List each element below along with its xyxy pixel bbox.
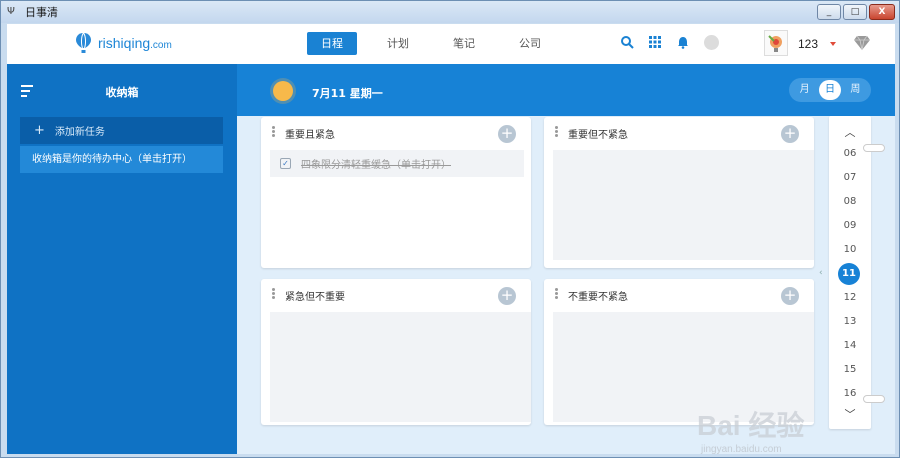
hour-item[interactable]: 07 <box>829 172 871 183</box>
checkbox-checked-icon[interactable]: ✓ <box>280 158 291 169</box>
hour-item[interactable]: 12 <box>829 292 871 303</box>
brand-name: rishiqing.com <box>98 35 172 51</box>
quadrant-title: 重要但不紧急 <box>568 130 628 141</box>
view-toggle: 月 日 周 <box>789 78 871 102</box>
chevron-left-icon[interactable]: ‹ <box>819 268 823 278</box>
sun-weather-icon <box>273 81 293 101</box>
search-icon[interactable] <box>619 34 635 50</box>
avatar[interactable] <box>764 30 788 56</box>
plus-icon: + <box>34 123 45 138</box>
current-date[interactable]: 7月11 星期一 <box>312 85 383 101</box>
inbox-sidebar: 收纳箱 + 添加新任务 收纳箱是你的待办中心（单击打开） <box>7 64 237 454</box>
range-start-handle[interactable] <box>863 144 885 152</box>
sidebar-title: 收纳箱 <box>105 86 139 99</box>
chevron-up-icon[interactable]: ︿ <box>829 124 871 140</box>
view-week-button[interactable]: 周 <box>844 80 866 100</box>
hour-item[interactable]: 08 <box>829 196 871 207</box>
header-tools <box>619 34 731 50</box>
hour-item[interactable]: 10 <box>829 244 871 255</box>
drag-handle-icon[interactable] <box>555 126 558 138</box>
hour-item[interactable]: 13 <box>829 316 871 327</box>
task-item[interactable]: ✓ 四象限分清轻重缓急（单击打开） <box>270 150 524 177</box>
quadrant-important-not-urgent: 重要但不紧急 + <box>544 117 814 268</box>
quadrant-title: 不重要不紧急 <box>568 292 628 303</box>
app-icon: Ψ <box>7 6 15 17</box>
range-end-handle[interactable] <box>863 395 885 403</box>
task-drop-zone[interactable] <box>553 312 814 422</box>
add-task-plus-icon[interactable]: + <box>781 287 799 305</box>
quadrant-urgent-not-important: 紧急但不重要 + <box>261 279 531 425</box>
title-bar: Ψ 日事清 _ □ X <box>1 1 899 23</box>
inbox-info-item[interactable]: 收纳箱是你的待办中心（单击打开） <box>20 146 223 173</box>
drag-handle-icon[interactable] <box>272 126 275 138</box>
bell-icon[interactable] <box>675 34 691 50</box>
minimize-button[interactable]: _ <box>817 4 841 20</box>
drag-handle-icon[interactable] <box>272 288 275 300</box>
quadrant-title: 重要且紧急 <box>285 130 335 141</box>
user-menu-caret-icon[interactable] <box>830 42 836 46</box>
tab-plan[interactable]: 计划 <box>365 32 431 55</box>
tab-schedule[interactable]: 日程 <box>307 32 357 55</box>
tab-company[interactable]: 公司 <box>497 32 563 55</box>
add-task-label: 添加新任务 <box>54 127 105 138</box>
hour-picker: ︿ ‹ 06 07 08 09 10 11 12 13 14 15 16 ﹀ <box>819 116 871 429</box>
window-title: 日事清 <box>25 6 58 19</box>
date-header: 7月11 星期一 月 日 周 <box>237 64 895 116</box>
task-drop-zone[interactable] <box>553 150 814 260</box>
add-task-button[interactable]: + 添加新任务 <box>20 117 223 144</box>
task-drop-zone[interactable] <box>270 312 531 422</box>
username[interactable]: 123 <box>798 37 818 51</box>
main-tabs: 日程 计划 笔记 公司 <box>307 32 563 55</box>
task-text: 四象限分清轻重缓急（单击打开） <box>301 160 451 171</box>
hour-item[interactable]: 14 <box>829 340 871 351</box>
quadrant-important-urgent: 重要且紧急 + ✓ 四象限分清轻重缓急（单击打开） <box>261 117 531 268</box>
diamond-vip-icon[interactable] <box>853 35 871 51</box>
maximize-button[interactable]: □ <box>843 4 867 20</box>
quadrant-title: 紧急但不重要 <box>285 292 345 303</box>
hour-item[interactable]: 09 <box>829 220 871 231</box>
add-task-plus-icon[interactable]: + <box>781 125 799 143</box>
avatar-image-icon <box>768 35 782 52</box>
hour-item[interactable]: 15 <box>829 364 871 375</box>
chevron-down-icon[interactable]: ﹀ <box>829 406 871 422</box>
schedule-main: 7月11 星期一 月 日 周 重要且紧急 + ✓ 四象限分清轻重缓急（单击打开） <box>237 64 895 454</box>
apps-grid-icon[interactable] <box>647 34 663 50</box>
drag-handle-icon[interactable] <box>555 288 558 300</box>
app-window: Ψ 日事清 _ □ X rishiqing.com 日程 计划 笔记 公司 12… <box>0 0 900 458</box>
hour-item-selected[interactable]: 11 <box>838 263 860 285</box>
logo[interactable]: rishiqing.com <box>75 32 172 54</box>
close-button[interactable]: X <box>869 4 895 20</box>
window-controls: _ □ X <box>817 4 895 20</box>
add-task-plus-icon[interactable]: + <box>498 125 516 143</box>
view-day-button[interactable]: 日 <box>818 80 841 100</box>
balloon-logo-icon <box>76 32 91 53</box>
app-content: rishiqing.com 日程 计划 笔记 公司 123 收纳箱 + 添加新任… <box>7 24 895 454</box>
quadrant-not-important-not-urgent: 不重要不紧急 + <box>544 279 814 425</box>
user-status-icon[interactable] <box>703 34 719 50</box>
add-task-plus-icon[interactable]: + <box>498 287 516 305</box>
tab-notes[interactable]: 笔记 <box>431 32 497 55</box>
top-nav: rishiqing.com 日程 计划 笔记 公司 123 <box>7 24 895 64</box>
view-month-button[interactable]: 月 <box>794 80 816 100</box>
